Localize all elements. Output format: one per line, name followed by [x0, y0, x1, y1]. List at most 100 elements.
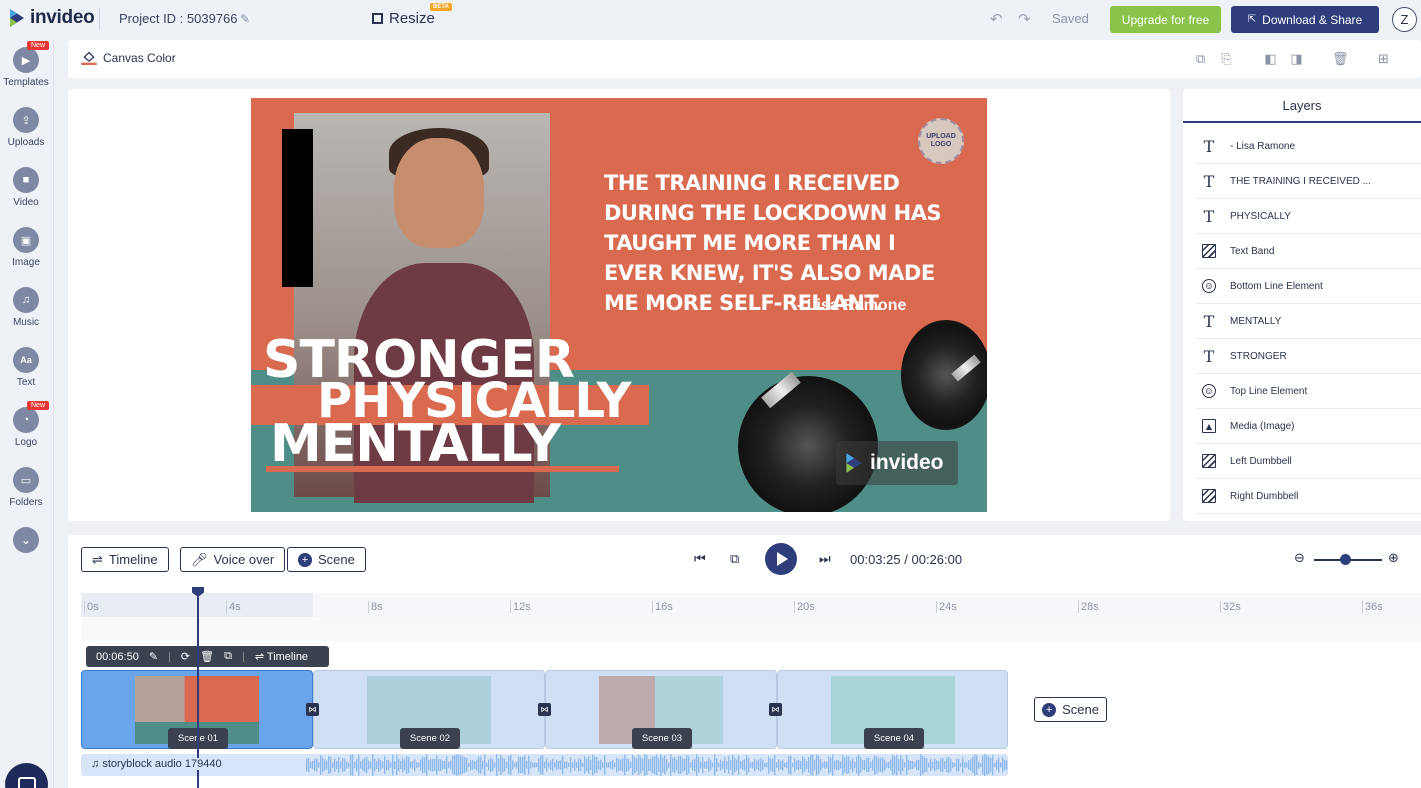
- resize-button[interactable]: Resize: [372, 10, 435, 27]
- bottom-line-element[interactable]: [266, 466, 619, 472]
- separator: |: [168, 650, 171, 663]
- help-chat-button[interactable]: [5, 763, 48, 788]
- layers-panel: Layers T - Lisa Ramone T THE TRAINING I RE…: [1183, 89, 1421, 521]
- paste-icon[interactable]: ⎘: [1219, 51, 1234, 66]
- slide-preview[interactable]: UPLOAD LOGO THE TRAINING I RECEIVED DURI…: [251, 98, 987, 512]
- sidebar-item-music[interactable]: ♫ Music: [0, 287, 52, 328]
- sidebar-item-video[interactable]: ■ Video: [0, 167, 52, 208]
- upload-logo-badge[interactable]: UPLOAD LOGO: [918, 118, 964, 164]
- shape-layer-icon: [1202, 454, 1216, 468]
- add-scene-label: Scene: [1062, 702, 1099, 717]
- time-display: 00:03:25 / 00:26:00: [850, 552, 962, 567]
- sidebar-item-image[interactable]: ▣ Image: [0, 227, 52, 268]
- text-layer-icon: T: [1203, 171, 1215, 191]
- mentally-text[interactable]: MENTALLY: [270, 414, 561, 474]
- time-ruler[interactable]: 0s 4s 8s 12s 16s 20s 24s 28s 32s 36s: [81, 593, 1421, 617]
- send-backward-icon[interactable]: ◨: [1289, 51, 1304, 66]
- sidebar-item-label: Text: [16, 377, 36, 388]
- top-line-element[interactable]: [282, 129, 313, 287]
- transition-icon[interactable]: ⋈: [538, 703, 551, 716]
- download-share-label: Download & Share: [1262, 12, 1363, 27]
- scene-label: Scene 03: [632, 728, 692, 749]
- layer-item[interactable]: T - Lisa Ramone: [1196, 129, 1421, 164]
- scene-button-label: Scene: [318, 552, 355, 567]
- scene-toolbar: 00:06:50 ✎ | ⟳ 🗑 ⧉ | ⇌ Timeline: [86, 646, 329, 667]
- layer-item[interactable]: Text Band: [1196, 234, 1421, 269]
- ruler-tick: 12s: [510, 601, 531, 613]
- layer-item[interactable]: T STRONGER: [1196, 339, 1421, 374]
- ruler-tick: 8s: [368, 601, 383, 613]
- layer-name: Text Band: [1230, 245, 1275, 257]
- voice-over-button[interactable]: 🎤︎ Voice over: [180, 547, 286, 572]
- redo-icon[interactable]: ↷: [1018, 10, 1031, 28]
- undo-icon[interactable]: ↶: [990, 10, 1003, 28]
- folder-icon: ▭: [13, 467, 39, 493]
- video-icon: ■: [13, 167, 39, 193]
- scene-card[interactable]: Scene 03: [545, 670, 777, 749]
- text-icon: Aa: [13, 347, 39, 373]
- layer-item[interactable]: T PHYSICALLY: [1196, 199, 1421, 234]
- replace-icon[interactable]: ⟳: [181, 650, 190, 663]
- author-text[interactable]: - Lisa Ramone: [797, 297, 906, 315]
- right-dumbbell[interactable]: [901, 320, 987, 430]
- scene-card[interactable]: Scene 02: [313, 670, 545, 749]
- delete-icon[interactable]: 🗑: [1332, 51, 1349, 66]
- layer-item[interactable]: Left Dumbbell: [1196, 444, 1421, 479]
- zoom-out-icon[interactable]: ⊖: [1294, 550, 1305, 566]
- layer-name: - Lisa Ramone: [1230, 140, 1296, 152]
- chevron-down-icon[interactable]: ⌄: [13, 527, 39, 553]
- sidebar-item-label: Templates: [3, 77, 49, 88]
- zoom-in-icon[interactable]: ⊕: [1388, 550, 1399, 566]
- canvas-color-button[interactable]: Canvas Color: [81, 51, 176, 65]
- upgrade-button[interactable]: Upgrade for free: [1110, 6, 1221, 33]
- duplicate-scene-icon[interactable]: ⧉: [224, 650, 232, 663]
- preview-icon[interactable]: ⧉: [730, 551, 739, 567]
- transition-icon[interactable]: ⋈: [306, 703, 319, 716]
- scene-duration[interactable]: 00:06:50: [96, 651, 139, 663]
- total-time: 00:26:00: [911, 552, 963, 567]
- invideo-logo[interactable]: invideo: [8, 7, 95, 29]
- layer-name: Right Dumbbell: [1230, 490, 1299, 502]
- user-avatar[interactable]: Z: [1392, 7, 1417, 32]
- scene-card[interactable]: Scene 04: [777, 670, 1008, 749]
- sidebar-item-label: Music: [12, 317, 40, 328]
- save-status: Saved: [1052, 11, 1089, 26]
- layer-item[interactable]: T MENTALLY: [1196, 304, 1421, 339]
- ruler-tick: 28s: [1078, 601, 1099, 613]
- layer-item[interactable]: Right Dumbbell: [1196, 479, 1421, 514]
- sidebar-item-logo[interactable]: ◔ New Logo: [0, 401, 52, 448]
- text-layer-icon: T: [1203, 206, 1215, 226]
- timeline-button[interactable]: ⇌ Timeline: [81, 547, 169, 572]
- transition-icon[interactable]: ⋈: [769, 703, 782, 716]
- zoom-slider-knob[interactable]: [1339, 554, 1351, 565]
- invideo-logo-icon: [846, 453, 862, 473]
- add-scene-top-button[interactable]: + Scene: [287, 547, 366, 572]
- quote-text[interactable]: THE TRAINING I RECEIVED DURING THE LOCKD…: [604, 168, 944, 318]
- duplicate-icon[interactable]: ⧉: [1193, 51, 1208, 66]
- sidebar-item-templates[interactable]: ▶ New Templates: [0, 41, 52, 88]
- skip-forward-icon[interactable]: ⏭︎: [819, 551, 831, 567]
- delete-scene-icon[interactable]: 🗑: [200, 650, 214, 663]
- skip-back-icon[interactable]: ⏮︎: [694, 551, 706, 567]
- sidebar-item-uploads[interactable]: ⇪ Uploads: [0, 107, 52, 148]
- add-scene-button[interactable]: + Scene: [1034, 697, 1107, 722]
- play-button[interactable]: [765, 543, 797, 575]
- timeline-toggle[interactable]: ⇌ Timeline: [255, 650, 308, 663]
- layer-item[interactable]: ☺ Bottom Line Element: [1196, 269, 1421, 304]
- sidebar-item-folders[interactable]: ▭ Folders: [0, 467, 52, 508]
- edit-project-pencil-icon[interactable]: ✎: [240, 12, 250, 26]
- audio-track[interactable]: ♫ storyblock audio 179440: [81, 754, 1008, 776]
- layer-item[interactable]: ☺ Top Line Element: [1196, 374, 1421, 409]
- download-share-button[interactable]: ⇱ Download & Share: [1231, 6, 1379, 33]
- scene-tool-timeline-label: Timeline: [266, 651, 309, 663]
- grid-icon[interactable]: ⊞: [1376, 51, 1391, 66]
- tab-layers[interactable]: Layers: [1183, 89, 1421, 123]
- canvas-toolbar: Canvas Color ⧉ ⎘ ◧ ◨ 🗑 ⊞: [68, 40, 1421, 78]
- layer-item[interactable]: ▲ Media (Image): [1196, 409, 1421, 444]
- layer-item[interactable]: T THE TRAINING I RECEIVED ...: [1196, 164, 1421, 199]
- layer-name: Top Line Element: [1230, 385, 1308, 397]
- sidebar-item-text[interactable]: Aa Text: [0, 347, 52, 388]
- edit-duration-icon[interactable]: ✎: [149, 650, 158, 663]
- layer-name: MENTALLY: [1230, 315, 1282, 327]
- bring-forward-icon[interactable]: ◧: [1263, 51, 1278, 66]
